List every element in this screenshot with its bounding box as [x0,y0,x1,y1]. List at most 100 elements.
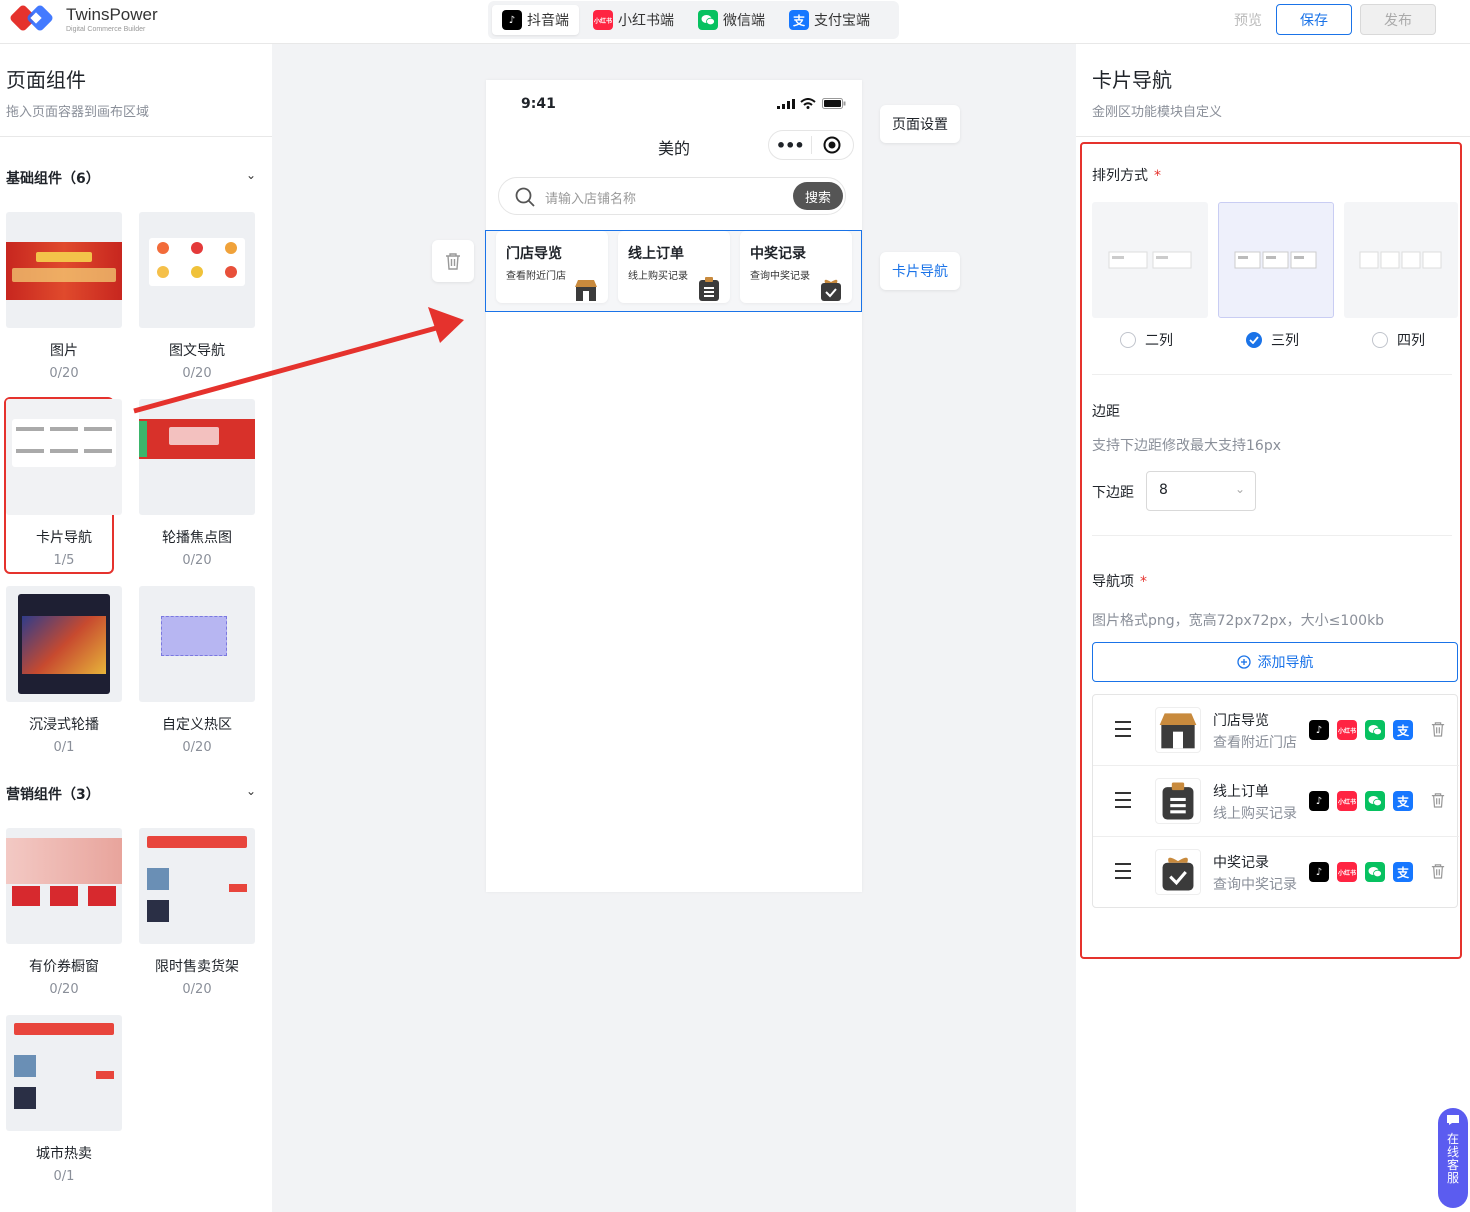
gift-box-icon[interactable] [1155,849,1201,895]
more-icon[interactable]: ••• [769,136,811,155]
nav-card[interactable]: 门店导览 查看附近门店 [496,231,608,303]
brand-name: TwinsPower [66,4,158,24]
radio-label: 二列 [1145,333,1173,349]
margin-label: 边距 [1092,404,1120,420]
component-city-hot-sale[interactable]: 城市热卖 0/1 [6,1015,122,1184]
radio-four-columns[interactable]: 四列 [1372,330,1425,350]
alipay-icon[interactable]: 支 [1393,720,1413,740]
nav-card[interactable]: 中奖记录 查询中奖记录 [740,231,852,303]
save-button[interactable]: 保存 [1276,4,1352,35]
search-button[interactable]: 搜索 [793,182,843,210]
chevron-down-icon[interactable]: ⌄ [246,784,256,798]
tab-xiaohongshu[interactable]: 小红书 小红书端 [583,5,684,35]
component-coupon-window[interactable]: 有价券橱窗 0/20 [6,828,122,997]
gift-box-icon [821,279,841,301]
clipboard-icon[interactable] [1155,778,1201,824]
nav-card-title: 线上订单 [628,246,684,262]
radio-two-columns[interactable]: 二列 [1120,330,1173,350]
select-value: 8 [1159,482,1168,498]
component-flash-sale-shelf[interactable]: 限时售卖货架 0/20 [139,828,255,997]
store-icon[interactable] [1155,707,1201,753]
trash-icon[interactable] [1431,721,1445,737]
store-search[interactable]: 请输入店铺名称 搜索 [498,177,846,215]
group-marketing-header[interactable]: 营销组件（3） ⌄ [6,784,260,804]
nav-card-title: 中奖记录 [750,246,806,262]
card-nav-tag[interactable]: 卡片导航 [880,252,960,290]
nav-item-row[interactable]: 中奖记录 查询中奖记录 ♪ 小红书 支 [1093,837,1459,908]
capsule-menu[interactable]: ••• [768,130,854,160]
nav-item-title: 中奖记录 [1213,855,1269,871]
radio-three-columns[interactable]: 三列 [1246,330,1299,350]
panel-description: 拖入页面容器到画布区域 [6,105,150,120]
xiaohongshu-icon[interactable]: 小红书 [1337,720,1357,740]
nav-item-title: 门店导览 [1213,713,1269,729]
radio-checked-icon[interactable] [1246,332,1262,348]
component-thumbnail [139,399,255,515]
trash-icon[interactable] [1431,792,1445,808]
close-target-icon[interactable] [811,136,853,154]
layout-option-four[interactable] [1344,202,1458,318]
tab-douyin[interactable]: ♪ 抖音端 [492,5,579,35]
store-icon [575,280,597,301]
tab-wechat[interactable]: 微信端 [688,5,775,35]
wechat-icon[interactable] [1365,791,1385,811]
radio-circle[interactable] [1120,332,1136,348]
component-name: 卡片导航 [36,530,92,546]
top-bar: TwinsPower Digital Commerce Builder ♪ 抖音… [0,0,1470,44]
douyin-icon[interactable]: ♪ [1309,862,1329,882]
wechat-icon[interactable] [1365,720,1385,740]
nav-card-title: 门店导览 [506,246,562,262]
publish-button[interactable]: 发布 [1360,4,1436,35]
bottom-margin-select[interactable]: 8 ⌄ [1146,471,1256,511]
nav-card[interactable]: 线上订单 线上购买记录 [618,231,730,303]
alipay-icon[interactable]: 支 [1393,862,1413,882]
douyin-icon: ♪ [502,10,522,30]
radio-circle[interactable] [1372,332,1388,348]
xiaohongshu-icon[interactable]: 小红书 [1337,791,1357,811]
panel-title: 页面组件 [6,68,86,92]
chevron-down-icon[interactable]: ⌄ [246,168,256,182]
component-name: 沉浸式轮播 [29,717,99,733]
layout-option-two[interactable] [1092,202,1208,318]
component-carousel[interactable]: 轮播焦点图 0/20 [139,399,255,568]
nav-item-subtitle: 线上购买记录 [1213,806,1297,822]
platform-tabs: ♪ 抖音端 小红书 小红书端 微信端 支 支付宝端 [488,1,899,39]
page-settings-tag[interactable]: 页面设置 [880,105,960,143]
nav-item-subtitle: 查询中奖记录 [1213,877,1297,893]
component-image-text-nav[interactable]: 图文导航 0/20 [139,212,255,381]
canvas-area[interactable]: 9:41 美的 ••• 请输入店铺名称 搜索 门店导览 查看附近门店 线上订单 … [272,44,1076,1212]
layout-option-three[interactable] [1218,202,1334,318]
status-time: 9:41 [521,96,556,112]
component-card-nav[interactable]: 卡片导航 1/5 [6,399,122,568]
group-basic-header[interactable]: 基础组件（6） ⌄ [6,168,260,188]
component-image[interactable]: 图片 0/20 [6,212,122,381]
online-support-button[interactable]: 在线客服 [1438,1108,1468,1208]
nav-item-row[interactable]: 线上订单 线上购买记录 ♪ 小红书 支 [1093,766,1459,837]
drag-handle-icon[interactable] [1115,721,1131,742]
trash-icon [446,253,460,270]
add-nav-label: 添加导航 [1257,655,1314,671]
douyin-icon[interactable]: ♪ [1309,720,1329,740]
add-nav-button[interactable]: 添加导航 [1092,642,1458,682]
search-input[interactable]: 请输入店铺名称 [545,188,636,207]
tab-alipay[interactable]: 支 支付宝端 [779,5,880,35]
bottom-margin-label: 下边距 [1092,485,1134,501]
xiaohongshu-icon[interactable]: 小红书 [1337,862,1357,882]
two-column-icon [1108,251,1192,269]
component-custom-hotspot[interactable]: 自定义热区 0/20 [139,586,255,755]
nav-item-row[interactable]: 门店导览 查看附近门店 ♪ 小红书 支 [1093,695,1459,766]
preview-button[interactable]: 预览 [1234,10,1262,30]
nav-card-subtitle: 查看附近门店 [506,271,566,282]
component-immersive-carousel[interactable]: 沉浸式轮播 0/1 [6,586,122,755]
tab-label: 抖音端 [527,13,569,29]
drag-handle-icon[interactable] [1115,792,1131,813]
wechat-icon[interactable] [1365,862,1385,882]
alipay-icon[interactable]: 支 [1393,791,1413,811]
brand-logo[interactable]: TwinsPower Digital Commerce Builder [10,2,158,36]
card-nav-component[interactable]: 门店导览 查看附近门店 线上订单 线上购买记录 中奖记录 查询中奖记录 [485,230,862,312]
douyin-icon[interactable]: ♪ [1309,791,1329,811]
drag-handle-icon[interactable] [1115,863,1131,884]
nav-items-label: 导航项 * [1092,574,1147,590]
delete-component-button[interactable] [432,240,474,282]
trash-icon[interactable] [1431,863,1445,879]
